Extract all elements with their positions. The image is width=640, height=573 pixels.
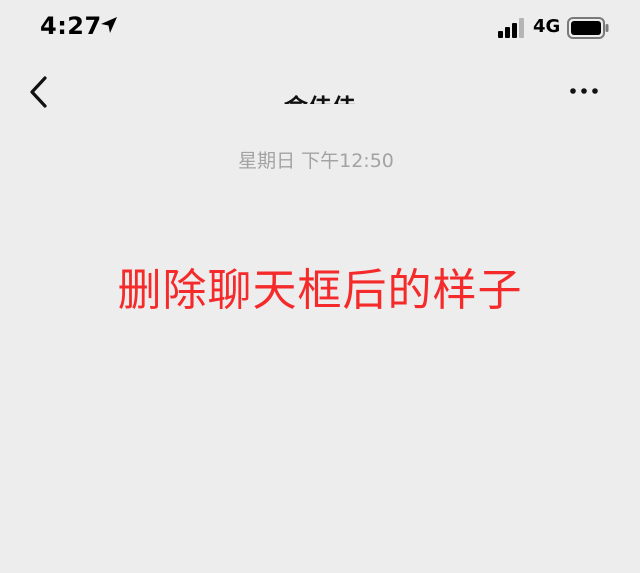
location-arrow-icon bbox=[101, 17, 117, 33]
chat-title: 俞佳佳 bbox=[0, 74, 640, 104]
battery-icon bbox=[567, 17, 609, 39]
more-options-button[interactable] bbox=[564, 76, 604, 106]
annotation-text: 删除聊天框后的样子 bbox=[117, 265, 523, 316]
signal-bars-icon bbox=[498, 18, 524, 38]
status-time: 4:27 bbox=[40, 12, 102, 40]
network-type: 4G bbox=[533, 16, 561, 37]
chat-title-text: 俞佳佳 bbox=[284, 88, 356, 104]
message-timestamp: 星期日 下午12:50 bbox=[238, 150, 394, 172]
ellipsis-icon bbox=[570, 88, 598, 94]
chat-nav-bar: 俞佳佳 bbox=[0, 58, 640, 128]
status-bar: 4:27 4G bbox=[0, 0, 640, 56]
